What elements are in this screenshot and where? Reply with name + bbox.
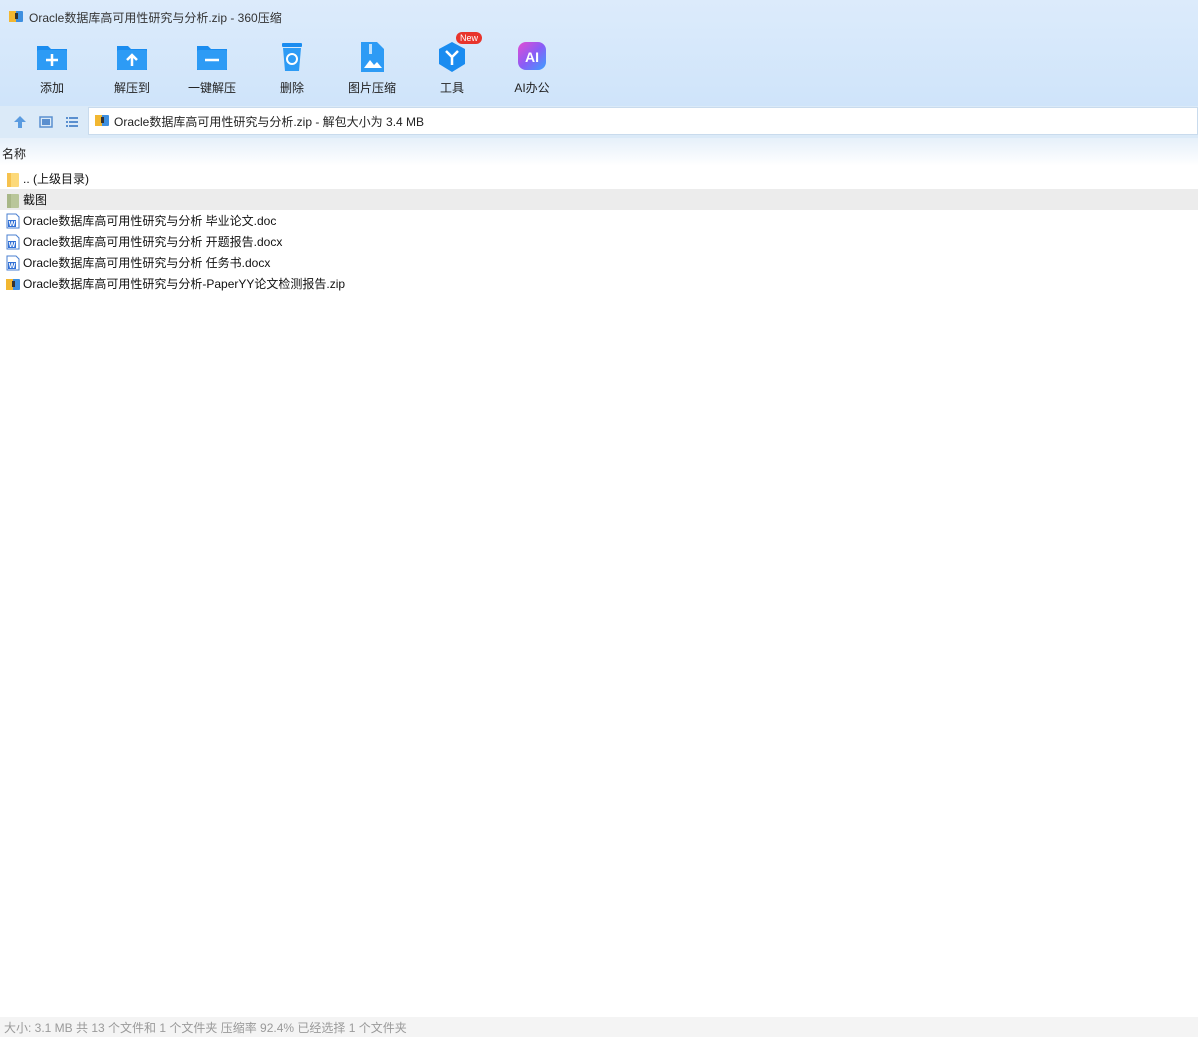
toolbar: 添加 解压到 一键解压 删除 图片压缩 New 工具 AI AI办公 <box>0 32 1198 106</box>
parent-folder-icon <box>5 171 21 187</box>
folder-icon <box>5 192 21 208</box>
address-bar: Oracle数据库高可用性研究与分析.zip - 解包大小为 3.4 MB <box>0 106 1198 138</box>
list-view-button[interactable] <box>59 109 85 135</box>
tools-button[interactable]: New 工具 <box>412 32 492 106</box>
extract-to-icon <box>117 46 147 70</box>
svg-text:W: W <box>9 221 16 228</box>
status-text: 大小: 3.1 MB 共 13 个文件和 1 个文件夹 压缩率 92.4% 已经… <box>4 1020 407 1035</box>
app-zip-icon <box>8 8 24 27</box>
image-compress-icon <box>361 42 384 72</box>
address-path: Oracle数据库高可用性研究与分析.zip - 解包大小为 3.4 MB <box>114 114 425 129</box>
word-docx-icon: W <box>5 255 21 271</box>
column-header-name[interactable]: 名称 <box>0 138 1198 166</box>
file-list: .. (上级目录) 截图 W Oracle数据库高可用性研究与分析 毕业论文.d… <box>0 168 1198 294</box>
thumbnail-view-icon <box>39 116 53 128</box>
arrow-up-icon <box>14 116 26 128</box>
word-doc-icon: W <box>5 213 21 229</box>
window-title: Oracle数据库高可用性研究与分析.zip - 360压缩 <box>29 10 282 25</box>
list-item[interactable]: Oracle数据库高可用性研究与分析-PaperYY论文检测报告.zip <box>0 273 1198 294</box>
one-click-extract-button[interactable]: 一键解压 <box>172 34 252 106</box>
delete-icon <box>282 43 302 71</box>
one-click-extract-icon <box>197 46 227 70</box>
list-item[interactable]: 截图 <box>0 189 1198 210</box>
word-docx-icon: W <box>5 234 21 250</box>
ai-office-button[interactable]: AI AI办公 <box>492 34 572 106</box>
delete-button[interactable]: 删除 <box>252 34 332 106</box>
list-item[interactable]: W Oracle数据库高可用性研究与分析 毕业论文.doc <box>0 210 1198 231</box>
svg-text:W: W <box>9 242 16 249</box>
ai-office-icon: AI <box>518 42 546 70</box>
list-item[interactable]: W Oracle数据库高可用性研究与分析 任务书.docx <box>0 252 1198 273</box>
thumbnail-view-button[interactable] <box>33 109 59 135</box>
svg-text:W: W <box>9 263 16 270</box>
image-compress-button[interactable]: 图片压缩 <box>332 34 412 106</box>
list-view-icon <box>66 117 78 127</box>
address-field[interactable]: Oracle数据库高可用性研究与分析.zip - 解包大小为 3.4 MB <box>88 107 1198 135</box>
add-button[interactable]: 添加 <box>12 34 92 106</box>
list-item[interactable]: .. (上级目录) <box>0 168 1198 189</box>
zip-archive-icon <box>5 276 21 292</box>
add-folder-icon <box>37 46 67 70</box>
zip-archive-icon <box>94 112 110 131</box>
status-bar: 大小: 3.1 MB 共 13 个文件和 1 个文件夹 压缩率 92.4% 已经… <box>0 1017 1198 1037</box>
new-badge: New <box>456 32 483 44</box>
tools-icon <box>439 42 465 72</box>
title-bar: Oracle数据库高可用性研究与分析.zip - 360压缩 <box>0 0 1198 34</box>
extract-to-button[interactable]: 解压到 <box>92 34 172 106</box>
svg-text:AI: AI <box>525 49 539 65</box>
up-level-button[interactable] <box>7 109 33 135</box>
list-item[interactable]: W Oracle数据库高可用性研究与分析 开题报告.docx <box>0 231 1198 252</box>
